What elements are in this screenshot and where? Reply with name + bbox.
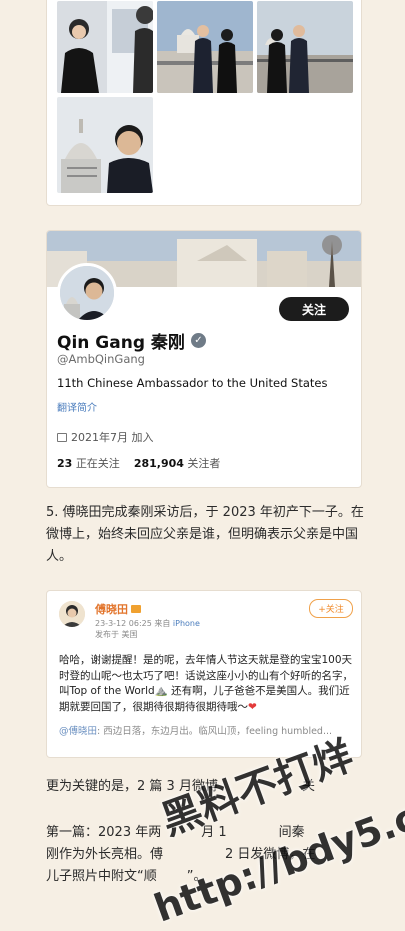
- follow-button[interactable]: 关注: [279, 297, 349, 321]
- joined-text: 2021年7月 加入: [71, 431, 154, 444]
- quoted-text: : 西边日落，东边月出。临风山顶，feeling humbled...: [97, 726, 333, 737]
- photo-capitol-portrait[interactable]: [57, 97, 153, 193]
- followers-link[interactable]: 281,904 关注者: [134, 457, 221, 470]
- display-name-text: Qin Gang 秦刚: [57, 333, 185, 353]
- photo-capitol-pair[interactable]: [157, 1, 253, 93]
- crown-icon: [131, 605, 141, 613]
- twitter-profile-card: 关注 Qin Gang 秦刚 ✓ @AmbQinGang 11th Chines…: [46, 230, 362, 488]
- first-line-1a: 第一篇：2023 年两: [46, 825, 162, 840]
- weibo-author-text: 傅晓田: [95, 603, 128, 616]
- weibo-author-avatar[interactable]: [59, 601, 85, 627]
- weibo-author-name[interactable]: 傅晓田: [95, 601, 141, 617]
- weibo-post-meta: 23-3-12 06:25 来自 iPhone: [95, 618, 200, 629]
- weibo-timestamp: 23-3-12 06:25: [95, 619, 152, 628]
- first-line-3a: 儿子照片中附文“顺: [46, 869, 157, 884]
- translate-bio-link[interactable]: 翻译简介: [57, 399, 97, 414]
- quoted-user-mention[interactable]: @傅晓田: [59, 726, 97, 737]
- following-count: 23: [57, 457, 73, 470]
- profile-bio: 11th Chinese Ambassador to the United St…: [57, 376, 328, 390]
- verified-badge-icon: ✓: [190, 333, 206, 348]
- following-link[interactable]: 23 正在关注: [57, 457, 120, 470]
- photo-woman-window[interactable]: [57, 1, 153, 93]
- profile-display-name: Qin Gang 秦刚 ✓: [57, 328, 206, 353]
- weibo-post-body: 哈哈，谢谢提醒！是的呢，去年情人节这天就是登的宝宝100天时登的山呢～也太巧了吧…: [59, 653, 353, 715]
- weibo-body-text: 哈哈，谢谢提醒！是的呢，去年情人节这天就是登的宝宝100天时登的山呢～也太巧了吧…: [59, 654, 353, 713]
- weibo-follow-button[interactable]: +关注: [309, 599, 353, 618]
- profile-avatar[interactable]: [57, 263, 117, 323]
- article-paragraph-5: 5. 傅晓田完成秦刚采访后，于 2023 年初产下一子。在微博上，始终未回应父亲…: [46, 505, 364, 564]
- photo-grid-card: [46, 0, 362, 206]
- profile-handle: @AmbQinGang: [57, 352, 145, 366]
- weibo-source-prefix: 来自: [154, 619, 171, 628]
- followers-label: 关注者: [187, 457, 221, 470]
- first-line-2a: 刚作为外长亮相。傅: [46, 847, 164, 862]
- weibo-source[interactable]: iPhone: [173, 619, 200, 628]
- heart-icon: ❤: [248, 700, 257, 713]
- calendar-icon: [57, 432, 67, 442]
- follow-stats: 23 正在关注 281,904 关注者: [57, 455, 220, 471]
- following-label: 正在关注: [75, 457, 120, 470]
- followers-count: 281,904: [133, 457, 184, 470]
- weibo-published-from: 发布于 美国: [95, 630, 138, 639]
- joined-date: 2021年7月 加入: [57, 429, 154, 445]
- photo-balcony-pair[interactable]: [257, 1, 353, 93]
